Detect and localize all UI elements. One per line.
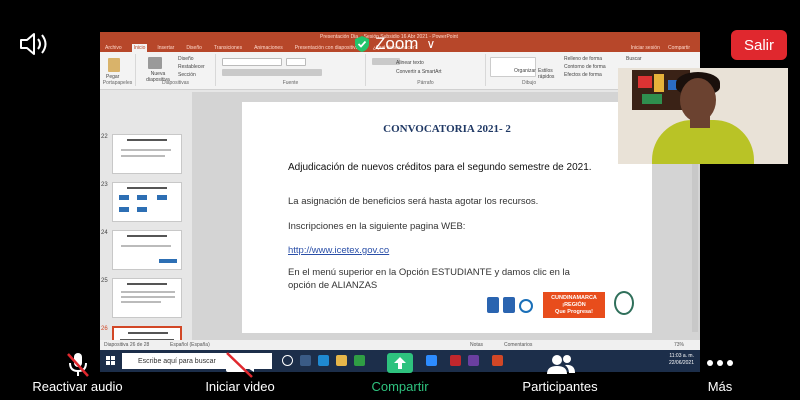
more-label: Más: [707, 379, 733, 394]
slide-thumbnail-22[interactable]: [112, 134, 182, 174]
zoom-level[interactable]: 73%: [674, 342, 684, 348]
icetex-logo-icon: [503, 297, 515, 313]
start-video-label: Iniciar video: [205, 379, 275, 394]
clipboard-group-label: Portapapeles: [102, 80, 133, 86]
participants-label: Participantes: [522, 379, 598, 394]
participants-button[interactable]: Participantes: [515, 350, 605, 400]
start-video-button[interactable]: Iniciar video: [190, 350, 290, 400]
thumb-number: 24: [101, 230, 108, 236]
thumb-number: 23: [101, 182, 108, 188]
slide-count: Diapositiva 26 de 28: [104, 342, 150, 348]
shared-screen: Presentación Dia... Sesión Subsidio 16 A…: [100, 32, 700, 350]
font-format-buttons[interactable]: [222, 69, 322, 76]
icetex-seal-icon: [519, 299, 533, 313]
mic-muted-icon: [67, 353, 89, 377]
smartart-button[interactable]: Convertir a SmartArt: [396, 69, 442, 75]
paragraph-group-label: Párrafo: [417, 80, 434, 86]
ppt-statusbar: Diapositiva 26 de 28 Español (España) No…: [100, 340, 700, 350]
share-arrow-icon: [387, 353, 413, 373]
comments-toggle[interactable]: Comentarios: [504, 342, 532, 348]
reset-button[interactable]: Restablecer: [178, 64, 205, 70]
video-off-icon: [226, 352, 254, 378]
current-slide[interactable]: CONVOCATORIA 2021- 2 Adjudicación de nue…: [242, 102, 652, 333]
share-screen-button[interactable]: Compartir: [360, 350, 440, 400]
gobernacion-seal-icon: [614, 291, 634, 315]
drawing-group-label: Dibujo: [522, 80, 537, 86]
font-group-label: Fuente: [282, 80, 299, 86]
unmute-label: Reactivar audio: [32, 379, 123, 394]
slide-thumbnail-23[interactable]: [112, 182, 182, 222]
slide-subtitle: Adjudicación de nuevos créditos para el …: [288, 162, 592, 173]
share-label: Compartir: [371, 379, 429, 394]
self-view-video[interactable]: [618, 68, 788, 164]
zoom-title-menu[interactable]: Zoom ∨: [355, 34, 435, 54]
zoom-app-name: Zoom: [375, 34, 419, 53]
shape-effects-button[interactable]: Efectos de forma: [564, 72, 602, 78]
shape-outline-button[interactable]: Contorno de forma: [564, 64, 606, 70]
icetex-link[interactable]: http://www.icetex.gov.co: [288, 245, 389, 256]
thumb-number: 25: [101, 278, 108, 284]
language-status[interactable]: Español (España): [170, 342, 210, 348]
cundinamarca-logo: CUNDINAMARCA ¡REGIÓN Que Progresa!: [543, 292, 605, 318]
slide-text-2: Inscripciones en la siguiente pagina WEB…: [288, 221, 466, 232]
slide-title: CONVOCATORIA 2021- 2: [383, 123, 511, 135]
thumb-number: 22: [101, 134, 108, 140]
participants-icon: [547, 355, 575, 374]
thumb-number: 26: [101, 326, 108, 332]
slide-text-3: En el menú superior en la Opción ESTUDIA…: [288, 267, 570, 291]
notes-toggle[interactable]: Notas: [470, 342, 483, 348]
zoom-meeting-window: Presentación Dia... Sesión Subsidio 16 A…: [0, 0, 800, 400]
slide-thumbnail-24[interactable]: [112, 230, 182, 270]
leave-button[interactable]: Salir: [731, 30, 787, 60]
slide-thumbnails-pane: 22 23 24 25 26: [100, 92, 192, 350]
slides-group-label: Diapositivas: [162, 80, 189, 86]
speaker-icon[interactable]: [18, 32, 50, 56]
more-button[interactable]: Más: [695, 350, 745, 400]
zoom-topbar: Zoom ∨ Salir: [0, 0, 800, 64]
section-button[interactable]: Sección: [178, 72, 196, 78]
unmute-button[interactable]: Reactivar audio: [20, 350, 135, 400]
zoom-bottom-toolbar: Reactivar audio Iniciar video Compartir: [0, 350, 800, 400]
gobierno-logo-icon: [487, 297, 499, 313]
more-dots-icon: [707, 360, 733, 366]
chevron-down-icon: ∨: [426, 37, 436, 51]
person-face: [680, 78, 716, 122]
quick-styles-button[interactable]: Estilos rápidos: [538, 68, 558, 80]
slide-thumbnail-25[interactable]: [112, 278, 182, 318]
slide-text-1: La asignación de beneficios será hasta a…: [288, 196, 539, 207]
shield-check-icon: [355, 36, 369, 52]
arrange-button[interactable]: Organizar: [514, 68, 536, 74]
